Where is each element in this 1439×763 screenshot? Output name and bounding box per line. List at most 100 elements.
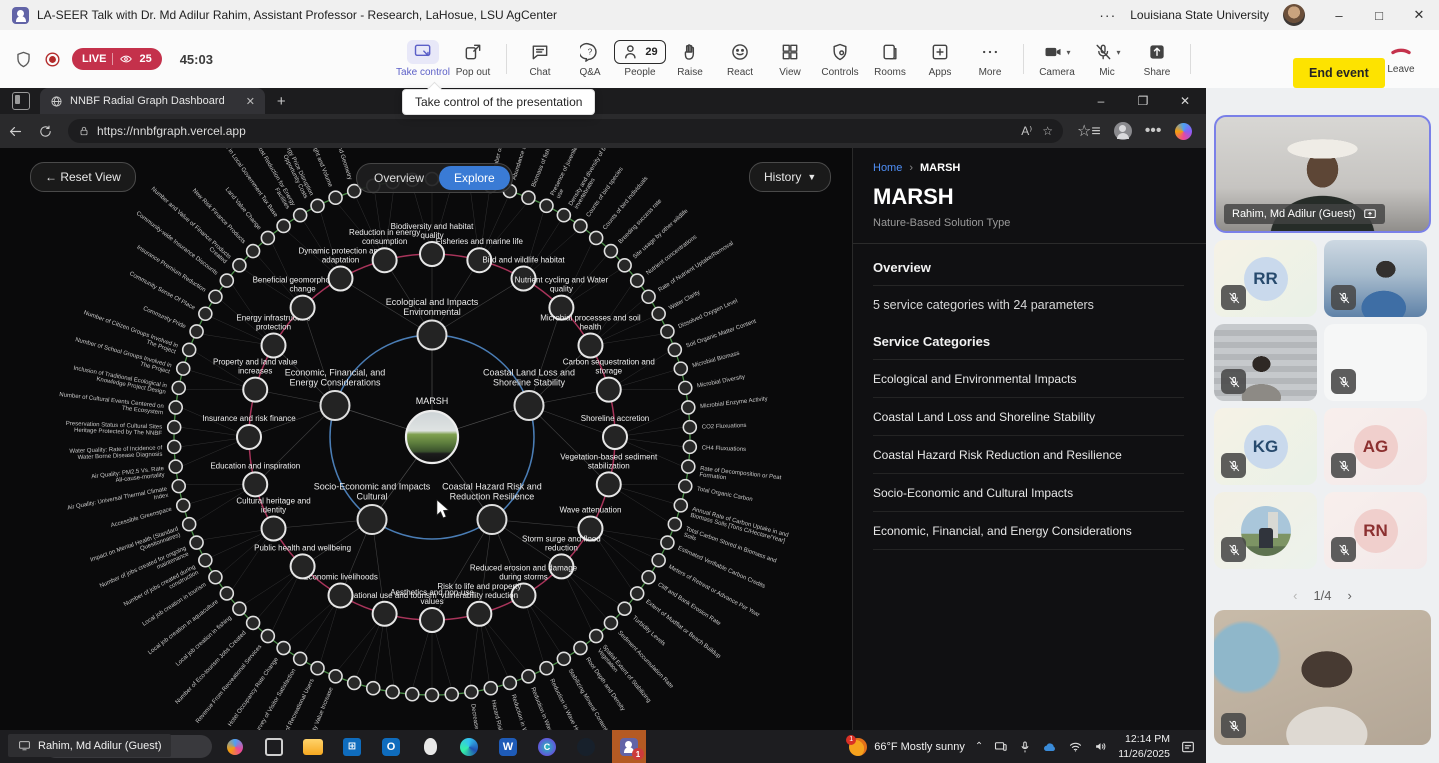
indicator-node[interactable] — [574, 219, 587, 232]
indicator-node[interactable] — [294, 652, 307, 665]
taskbar-edge-icon[interactable] — [456, 730, 482, 763]
taskbar-outlook-icon[interactable]: O — [378, 730, 404, 763]
indicator-node[interactable] — [169, 401, 182, 414]
participant-tile[interactable] — [1214, 324, 1317, 401]
people-button[interactable]: 29People — [615, 40, 665, 78]
share-button[interactable]: Share — [1132, 40, 1182, 78]
view-button[interactable]: View — [765, 40, 815, 78]
indicator-node[interactable] — [277, 642, 290, 655]
indicator-node[interactable] — [172, 480, 185, 493]
radial-graph[interactable]: Number of fish speciesAbundance and biom… — [0, 148, 852, 730]
parameter-node[interactable] — [291, 554, 315, 578]
favorites-bar-icon[interactable]: ☆≡ — [1077, 121, 1101, 141]
reset-view-button[interactable]: ← Reset View — [30, 162, 136, 192]
parameter-node[interactable] — [373, 248, 397, 272]
indicator-node[interactable] — [261, 630, 274, 643]
indicator-node[interactable] — [329, 670, 342, 683]
indicator-node[interactable] — [426, 689, 439, 702]
service-category-item[interactable]: Socio-Economic and Cultural Impacts — [873, 474, 1184, 512]
end-event-button[interactable]: End event — [1293, 58, 1385, 88]
weather-widget[interactable]: 66°F Mostly sunny — [849, 738, 965, 756]
indicator-node[interactable] — [168, 440, 181, 453]
more-button[interactable]: More — [965, 40, 1015, 78]
indicator-node[interactable] — [668, 518, 681, 531]
indicator-node[interactable] — [679, 480, 692, 493]
indicator-node[interactable] — [209, 290, 222, 303]
indicator-node[interactable] — [445, 688, 458, 701]
explore-tab[interactable]: Explore — [439, 166, 510, 190]
window-maximize-button[interactable]: □ — [1359, 1, 1399, 30]
service-category-item[interactable]: Coastal Hazard Risk Reduction and Resili… — [873, 436, 1184, 474]
favorite-star-icon[interactable]: ☆ — [1042, 124, 1053, 138]
indicator-node[interactable] — [190, 536, 203, 549]
taskbar-file-explorer-icon[interactable] — [300, 730, 326, 763]
indicator-node[interactable] — [183, 343, 196, 356]
parameter-node[interactable] — [291, 296, 315, 320]
new-tab-button[interactable]: + — [277, 93, 286, 110]
rooms-button[interactable]: Rooms — [865, 40, 915, 78]
window-minimize-button[interactable]: – — [1319, 1, 1359, 30]
pop-out-button[interactable]: Pop out — [448, 40, 498, 78]
indicator-node[interactable] — [631, 274, 644, 287]
indicator-node[interactable] — [484, 682, 497, 695]
browser-minimize-button[interactable]: – — [1080, 88, 1122, 114]
indicator-node[interactable] — [668, 343, 681, 356]
indicator-node[interactable] — [590, 231, 603, 244]
take-control-button[interactable]: Take control — [398, 40, 448, 78]
indicator-node[interactable] — [540, 662, 553, 675]
indicator-node[interactable] — [172, 381, 185, 394]
url-field[interactable]: https://nnbfgraph.vercel.app A⁾ ☆ — [68, 119, 1063, 143]
parameter-node[interactable] — [243, 472, 267, 496]
service-category-item[interactable]: Ecological and Environmental Impacts — [873, 360, 1184, 398]
onedrive-icon[interactable] — [1042, 739, 1058, 755]
indicator-node[interactable] — [522, 670, 535, 683]
taskbar-clock[interactable]: 12:14 PM 11/26/2025 — [1118, 732, 1170, 760]
indicator-node[interactable] — [233, 259, 246, 272]
parameter-node[interactable] — [237, 425, 261, 449]
browser-tab[interactable]: NNBF Radial Graph Dashboard ✕ — [40, 88, 265, 114]
mic-button[interactable]: ▾Mic — [1082, 40, 1132, 78]
indicator-node[interactable] — [674, 362, 687, 375]
tray-mic-icon[interactable] — [1018, 740, 1032, 754]
account-avatar[interactable] — [1283, 4, 1305, 26]
taskbar-store-icon[interactable]: ⊞ — [339, 730, 365, 763]
chat-button[interactable]: Chat — [515, 40, 565, 78]
parameter-node[interactable] — [603, 425, 627, 449]
indicator-node[interactable] — [642, 571, 655, 584]
parameter-node[interactable] — [373, 602, 397, 626]
indicator-node[interactable] — [683, 421, 696, 434]
indicator-node[interactable] — [247, 616, 260, 629]
participant-tile[interactable] — [1214, 492, 1317, 569]
parameter-node[interactable] — [597, 378, 621, 402]
notification-icon[interactable] — [1180, 739, 1196, 755]
taskbar-alienware-icon[interactable] — [417, 730, 443, 763]
indicator-node[interactable] — [406, 688, 419, 701]
overview-tab[interactable]: Overview — [359, 166, 439, 190]
indicator-node[interactable] — [199, 554, 212, 567]
tray-device-icon[interactable] — [993, 739, 1008, 754]
indicator-node[interactable] — [177, 362, 190, 375]
back-icon[interactable] — [0, 123, 30, 140]
parameter-node[interactable] — [262, 517, 286, 541]
parameter-node[interactable] — [578, 334, 602, 358]
indicator-node[interactable] — [574, 642, 587, 655]
indicator-node[interactable] — [311, 199, 324, 212]
indicator-node[interactable] — [604, 245, 617, 258]
prev-page-icon[interactable]: ‹ — [1293, 588, 1297, 603]
indicator-node[interactable] — [674, 499, 687, 512]
parameter-node[interactable] — [467, 602, 491, 626]
history-dropdown[interactable]: History ▼ — [749, 162, 831, 192]
participant-tile[interactable] — [1324, 240, 1427, 317]
browser-profile-avatar[interactable] — [1114, 122, 1132, 140]
indicator-node[interactable] — [190, 325, 203, 338]
indicator-node[interactable] — [199, 307, 212, 320]
read-aloud-icon[interactable]: A⁾ — [1021, 124, 1032, 138]
indicator-node[interactable] — [682, 401, 695, 414]
titlebar-more-icon[interactable]: ··· — [1099, 7, 1116, 23]
category-node[interactable] — [320, 391, 349, 420]
participant-tile[interactable]: RR — [1214, 240, 1317, 317]
indicator-node[interactable] — [367, 682, 380, 695]
next-page-icon[interactable]: › — [1348, 588, 1352, 603]
tab-actions-icon[interactable] — [12, 92, 30, 110]
taskbar-app-dark-icon[interactable] — [573, 730, 599, 763]
